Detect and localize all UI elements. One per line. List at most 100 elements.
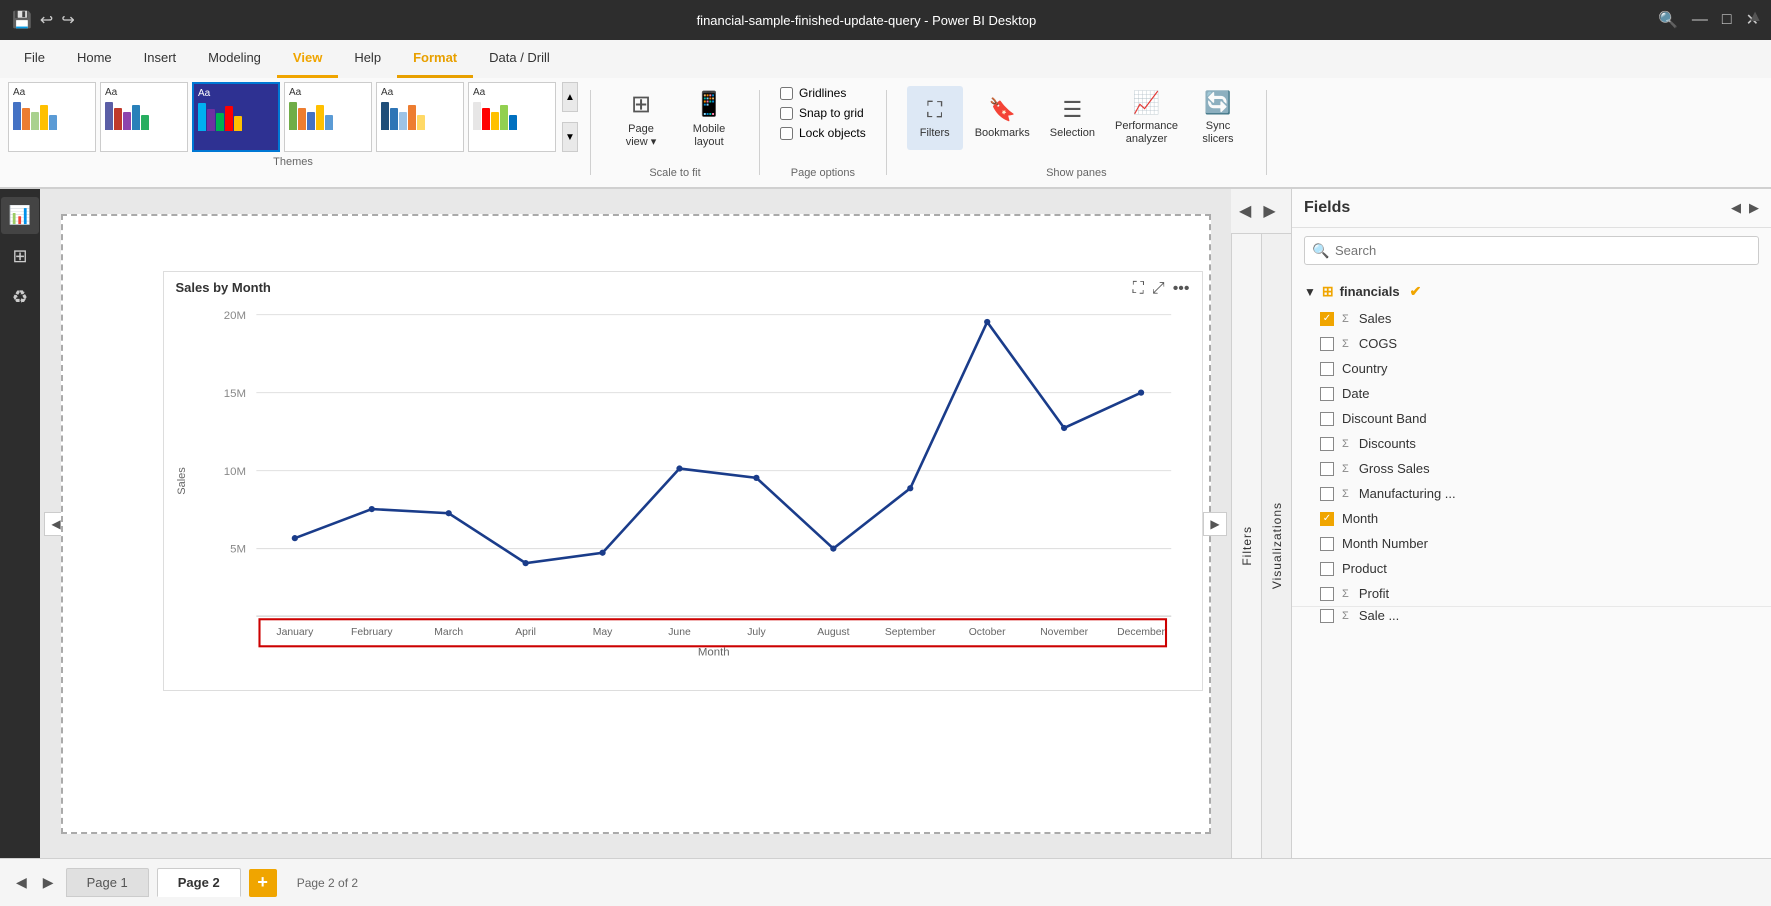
sync-slicers-button[interactable]: 🔄 Syncslicers — [1190, 86, 1246, 150]
tab-home[interactable]: Home — [61, 40, 128, 78]
field-checkbox-sale-price[interactable] — [1320, 609, 1334, 623]
expand-icon[interactable]: ⤢ — [1152, 280, 1165, 298]
field-checkbox-country[interactable] — [1320, 362, 1334, 376]
show-panes-section: ⛶ Filters 🔖 Bookmarks ☰ Selection 📈 Perf… — [899, 82, 1254, 183]
theme-tile-1[interactable]: Aa — [8, 82, 96, 152]
field-item-sales[interactable]: ✓ Σ Sales — [1292, 306, 1771, 331]
bar1 — [198, 103, 206, 131]
field-checkbox-cogs[interactable] — [1320, 337, 1334, 351]
field-checkbox-month-number[interactable] — [1320, 537, 1334, 551]
theme-tile-4[interactable]: Aa — [284, 82, 372, 152]
y-tick-10m: 10M — [223, 465, 245, 477]
data-point-jan — [291, 535, 297, 541]
page-next-button[interactable]: ▶ — [39, 870, 58, 895]
x-label-dec: December — [1117, 626, 1165, 637]
tab-insert[interactable]: Insert — [128, 40, 193, 78]
gridlines-input[interactable] — [780, 87, 793, 100]
snap-to-grid-checkbox[interactable]: Snap to grid — [780, 106, 866, 120]
data-point-dec — [1137, 389, 1143, 395]
field-item-manufacturing[interactable]: Σ Manufacturing ... — [1292, 481, 1771, 506]
visualizations-panel-tab[interactable]: Visualizations — [1261, 234, 1291, 858]
field-checkbox-manufacturing[interactable] — [1320, 487, 1334, 501]
mobile-layout-icon: 📱 — [694, 90, 724, 119]
lock-objects-input[interactable] — [780, 127, 793, 140]
field-name-country: Country — [1342, 361, 1759, 376]
canvas-next-button[interactable]: ▶ — [1203, 512, 1227, 536]
maximize-button[interactable]: □ — [1722, 11, 1732, 29]
field-item-gross-sales[interactable]: Σ Gross Sales — [1292, 456, 1771, 481]
snap-to-grid-input[interactable] — [780, 107, 793, 120]
minimize-button[interactable]: — — [1692, 11, 1708, 29]
field-checkbox-discount-band[interactable] — [1320, 412, 1334, 426]
bookmarks-pane-button[interactable]: 🔖 Bookmarks — [967, 86, 1038, 150]
filters-pane-button[interactable]: ⛶ Filters — [907, 86, 963, 150]
theme-tile-3[interactable]: Aa — [192, 82, 280, 152]
left-sidebar-table-icon[interactable]: ⊞ — [4, 238, 35, 275]
theme-scroll-down[interactable]: ▼ — [562, 122, 578, 152]
mobile-layout-button[interactable]: 📱 Mobilelayout — [679, 86, 739, 153]
field-item-month-number[interactable]: Month Number — [1292, 531, 1771, 556]
panel-next-arrow[interactable]: ▶ — [1259, 197, 1279, 225]
fields-collapse-arrow-left[interactable]: ◀ — [1731, 200, 1741, 216]
ribbon-collapse-button[interactable]: ▲ — [1747, 8, 1763, 26]
bar2 — [22, 108, 30, 130]
bar3 — [216, 113, 224, 131]
field-item-cogs[interactable]: Σ COGS — [1292, 331, 1771, 356]
divider-1 — [590, 90, 591, 175]
tab-format[interactable]: Format — [397, 40, 473, 78]
page-prev-button[interactable]: ◀ — [12, 870, 31, 895]
gridlines-checkbox[interactable]: Gridlines — [780, 86, 866, 100]
search-icon[interactable]: 🔍 — [1658, 10, 1678, 30]
filter-icon[interactable]: ⛶ — [1133, 280, 1144, 298]
page-view-button[interactable]: ⊞ Pageview ▾ — [611, 86, 671, 153]
field-item-date[interactable]: Date — [1292, 381, 1771, 406]
performance-pane-button[interactable]: 📈 Performanceanalyzer — [1107, 86, 1186, 150]
theme-tile-6[interactable]: Aa — [468, 82, 556, 152]
field-checkbox-discounts[interactable] — [1320, 437, 1334, 451]
tab-help[interactable]: Help — [338, 40, 397, 78]
search-input[interactable] — [1304, 236, 1759, 265]
field-name-discounts: Discounts — [1359, 436, 1759, 451]
save-icon[interactable]: 💾 — [12, 10, 32, 30]
field-item-country[interactable]: Country — [1292, 356, 1771, 381]
field-item-discounts[interactable]: Σ Discounts — [1292, 431, 1771, 456]
theme-tile-5[interactable]: Aa — [376, 82, 464, 152]
field-item-sale-price[interactable]: Σ Sale ... — [1292, 606, 1771, 624]
lock-objects-checkbox[interactable]: Lock objects — [780, 126, 866, 140]
fields-title: Fields — [1304, 199, 1350, 217]
field-item-discount-band[interactable]: Discount Band — [1292, 406, 1771, 431]
undo-icon[interactable]: ↩ — [40, 10, 53, 30]
chart-visual[interactable]: Sales by Month ⛶ ⤢ ••• Sales — [163, 271, 1203, 691]
tab-data-drill[interactable]: Data / Drill — [473, 40, 566, 78]
more-options-icon[interactable]: ••• — [1173, 280, 1190, 298]
sync-slicers-icon: 🔄 — [1204, 90, 1231, 116]
field-checkbox-date[interactable] — [1320, 387, 1334, 401]
tab-modeling[interactable]: Modeling — [192, 40, 277, 78]
scale-label: Scale to fit — [649, 167, 700, 179]
field-group-financials[interactable]: ▼ ⊞ financials ✔ — [1292, 277, 1771, 306]
field-item-profit[interactable]: Σ Profit — [1292, 581, 1771, 606]
add-page-button[interactable]: + — [249, 869, 277, 897]
theme-scroll-up[interactable]: ▲ — [562, 82, 578, 112]
panel-prev-arrow[interactable]: ◀ — [1235, 197, 1255, 225]
redo-icon[interactable]: ↪ — [61, 10, 74, 30]
sum-icon-sale-price: Σ — [1342, 610, 1349, 622]
field-checkbox-gross-sales[interactable] — [1320, 462, 1334, 476]
filters-panel-tab[interactable]: Filters — [1231, 234, 1261, 858]
field-item-month[interactable]: ✓ Month — [1292, 506, 1771, 531]
bar1 — [13, 102, 21, 130]
field-checkbox-sales[interactable]: ✓ — [1320, 312, 1334, 326]
field-checkbox-product[interactable] — [1320, 562, 1334, 576]
left-sidebar-chart-icon[interactable]: 📊 — [1, 197, 39, 234]
left-sidebar-model-icon[interactable]: ♻ — [4, 279, 36, 316]
tab-view[interactable]: View — [277, 40, 338, 78]
selection-pane-button[interactable]: ☰ Selection — [1042, 86, 1103, 150]
fields-expand-arrow-right[interactable]: ▶ — [1749, 200, 1759, 216]
field-checkbox-month[interactable]: ✓ — [1320, 512, 1334, 526]
field-item-product[interactable]: Product — [1292, 556, 1771, 581]
theme-tile-2[interactable]: Aa — [100, 82, 188, 152]
theme-scroll: ▲ ▼ — [562, 82, 578, 152]
y-tick-20m: 20M — [223, 309, 245, 321]
tab-file[interactable]: File — [8, 40, 61, 78]
field-checkbox-profit[interactable] — [1320, 587, 1334, 601]
